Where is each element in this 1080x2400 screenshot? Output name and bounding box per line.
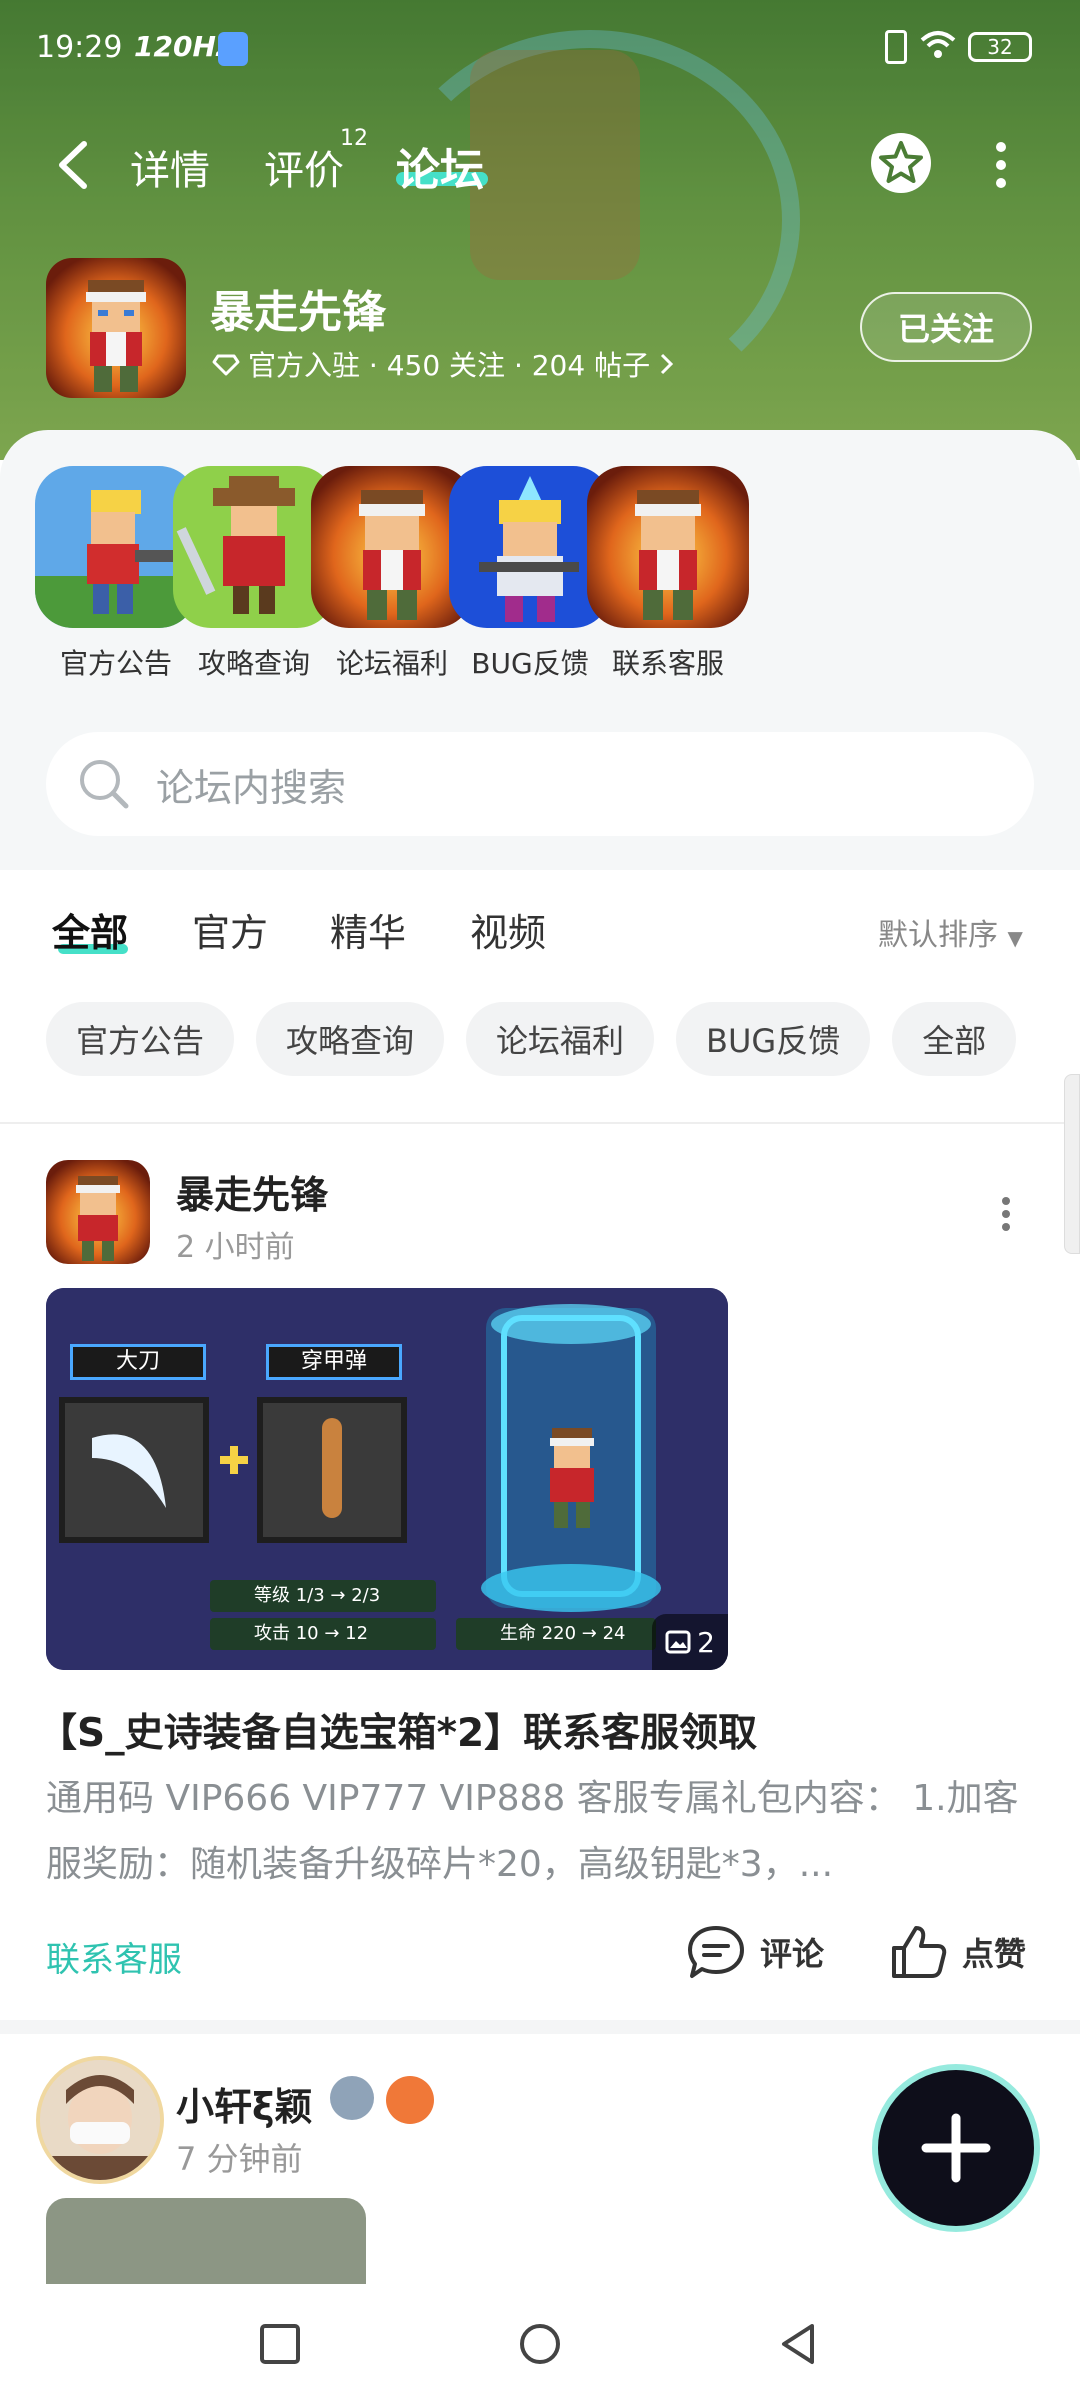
verified-diamond-icon: [212, 354, 240, 376]
image-stat-hp: 生命 220 → 24: [456, 1618, 656, 1650]
system-navigation-bar: [0, 2284, 1080, 2400]
divider: [0, 1122, 1080, 1124]
post-body[interactable]: 通用码 VIP666 VIP777 VIP888 客服专属礼包内容： 1.加客服…: [46, 1766, 1036, 1898]
status-bar: 19:29 120Hz 32: [0, 0, 1080, 96]
caret-down-icon: ▼: [1007, 926, 1023, 950]
image-gallery-icon: [665, 1630, 691, 1654]
back-icon[interactable]: [776, 2322, 820, 2366]
create-post-button[interactable]: [878, 2070, 1034, 2226]
image-stat-attack: 攻击 10 → 12: [210, 1618, 436, 1650]
post2-author-name[interactable]: 小轩ξ颖: [176, 2076, 312, 2131]
tab-all[interactable]: 全部: [52, 902, 128, 957]
post-timestamp: 2 小时前: [176, 1230, 295, 1265]
tab-featured[interactable]: 精华: [330, 902, 406, 957]
thumbs-up-icon: [892, 1926, 947, 1978]
recent-apps-icon[interactable]: [258, 2322, 302, 2366]
post2-image[interactable]: [46, 2198, 366, 2288]
post-image[interactable]: 大刀 穿甲弹 等级 1/3 → 2/3 攻击 10 → 12 生命 220 → …: [46, 1288, 728, 1670]
comment-label: 评论: [760, 1935, 825, 1973]
game-meta-text: 官方入驻 · 450 关注 · 204 帖子: [248, 349, 651, 382]
home-icon[interactable]: [518, 2322, 562, 2366]
tab-video[interactable]: 视频: [470, 902, 546, 957]
chip-benefits[interactable]: 论坛福利: [466, 1002, 655, 1076]
tab-reviews[interactable]: 评价: [264, 138, 344, 196]
tab-forum[interactable]: 论坛: [396, 134, 484, 198]
sort-dropdown[interactable]: 默认排序 ▼: [878, 910, 1023, 954]
post2-author-avatar[interactable]: [36, 2056, 164, 2184]
game-title: 暴走先锋: [210, 287, 386, 338]
image-count: 2: [697, 1625, 715, 1659]
back-arrow-icon[interactable]: [50, 138, 100, 192]
app-notification-icon: [218, 32, 248, 66]
like-label: 点赞: [962, 1935, 1027, 1973]
chip-strategy[interactable]: 攻略查询: [256, 1002, 445, 1076]
follow-button[interactable]: 已关注: [860, 292, 1032, 362]
comment-icon: [688, 1926, 744, 1978]
like-button[interactable]: 点赞: [890, 1920, 1026, 1984]
plus-icon: [921, 2113, 991, 2183]
favorite-star-icon[interactable]: [866, 128, 936, 198]
comment-button[interactable]: 评论: [686, 1920, 824, 1984]
gamepad-badge-icon: [386, 2076, 434, 2124]
contact-service-link[interactable]: 联系客服: [46, 1932, 182, 1981]
shortcut-row: 官方公告 攻略查询 论坛福利 BUG反馈 联系客服: [0, 466, 1080, 686]
forum-search-input[interactable]: 论坛内搜索: [46, 732, 1034, 836]
post-author-avatar[interactable]: [46, 1160, 150, 1264]
top-nav: 详情 评价 12 论坛: [0, 120, 1080, 210]
image-tag-ammo: 穿甲弹: [266, 1344, 402, 1380]
game-icon[interactable]: [46, 258, 186, 398]
shortcut-label: 联系客服: [611, 647, 724, 680]
category-chips: 官方公告 攻略查询 论坛福利 BUG反馈 全部: [46, 1002, 1056, 1078]
edge-drawer-handle[interactable]: [1064, 1074, 1080, 1254]
battery-icon: 32: [968, 32, 1032, 62]
headband-hero-icon: [587, 466, 749, 628]
shortcut-customer-service[interactable]: 联系客服: [578, 466, 758, 682]
post2-timestamp: 7 分钟前: [176, 2140, 303, 2178]
tab-official[interactable]: 官方: [192, 902, 268, 957]
chip-bug-report[interactable]: BUG反馈: [676, 1002, 871, 1076]
sort-label: 默认排序: [878, 918, 998, 953]
post-title[interactable]: 【S_史诗装备自选宝箱*2】联系客服领取: [38, 1702, 757, 1758]
image-tag-blade: 大刀: [70, 1344, 206, 1380]
content-tabs: 全部 官方 精华 视频 默认排序 ▼: [0, 870, 1080, 980]
image-count-badge: 2: [652, 1614, 728, 1670]
search-placeholder: 论坛内搜索: [156, 765, 347, 810]
post-separator: [0, 2020, 1080, 2034]
chip-all[interactable]: 全部: [892, 1002, 1017, 1076]
vibrate-icon: [885, 30, 907, 64]
chevron-right-icon: [661, 353, 674, 375]
more-options-icon[interactable]: [986, 134, 1016, 194]
image-stat-level: 等级 1/3 → 2/3: [210, 1580, 436, 1612]
game-meta-line[interactable]: 官方入驻 · 450 关注 · 204 帖子: [212, 344, 676, 384]
post-author-name[interactable]: 暴走先锋: [176, 1164, 328, 1219]
status-time: 19:29: [36, 30, 123, 65]
post-more-icon[interactable]: [996, 1192, 1016, 1236]
chip-announcements[interactable]: 官方公告: [46, 1002, 235, 1076]
user-level-badge-icon: [330, 2076, 374, 2120]
wifi-icon: [920, 31, 956, 58]
search-icon: [80, 760, 129, 809]
reviews-count-badge: 12: [340, 126, 368, 151]
tab-details[interactable]: 详情: [130, 138, 210, 196]
